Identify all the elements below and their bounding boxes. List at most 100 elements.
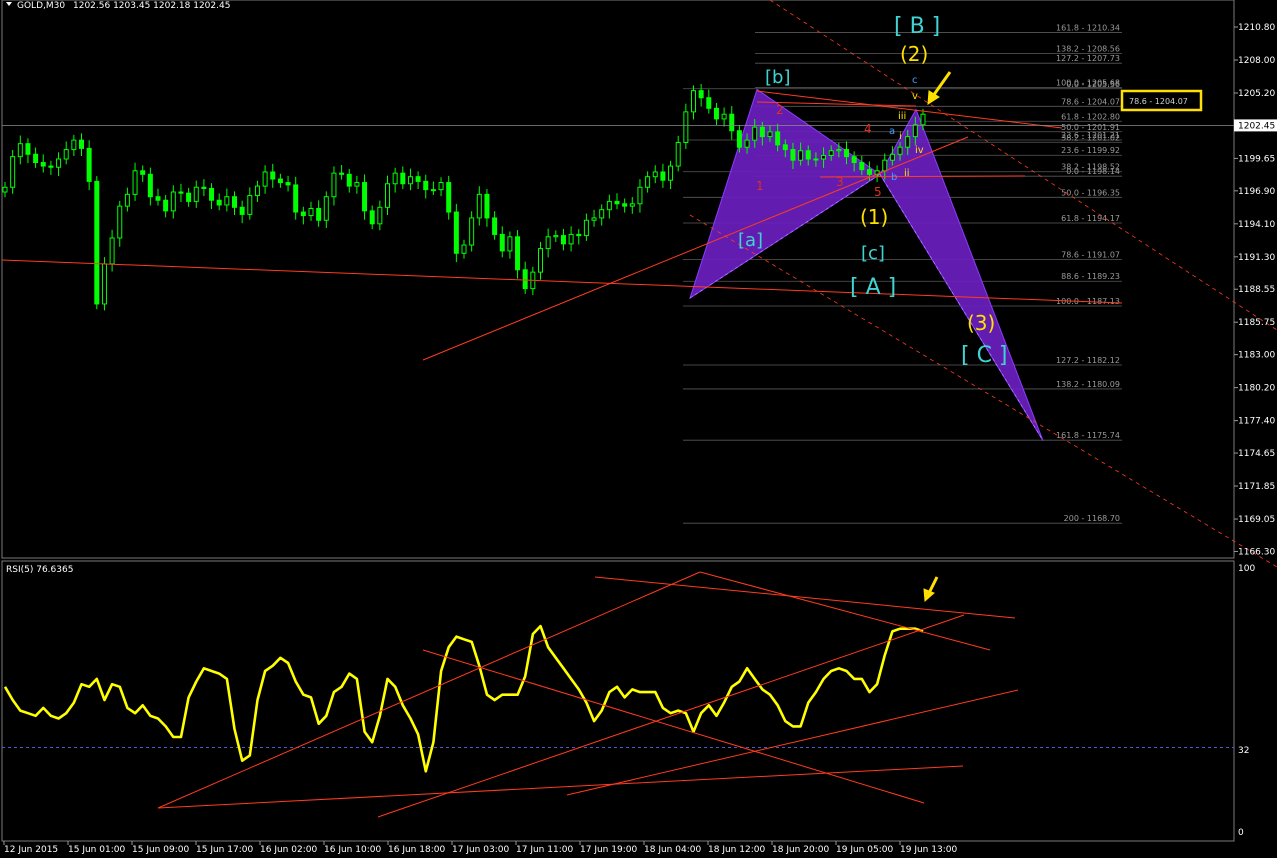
candle-body <box>844 149 849 158</box>
time-tick-label: 17 Jun 19:00 <box>580 845 637 855</box>
candle-body <box>362 182 368 212</box>
candle-body <box>713 107 719 120</box>
candle-body <box>683 111 689 143</box>
wave-red-4: 4 <box>864 122 872 136</box>
price-tick-label: 1191.30 <box>1238 253 1275 263</box>
candle-body <box>155 196 161 201</box>
fib-level-label: 100.0 - 1205.68 <box>1056 78 1120 87</box>
candle-body <box>698 90 704 99</box>
candle-body <box>124 193 130 207</box>
fib-level-label: 0.0 - 1198.14 <box>1066 167 1120 176</box>
candle-body <box>209 187 215 201</box>
candle-body <box>897 146 903 155</box>
fib-level-label: 200 - 1168.70 <box>1064 514 1120 523</box>
candle-body <box>323 196 329 221</box>
candle-body <box>415 176 421 182</box>
time-tick-label: 16 Jun 02:00 <box>260 845 317 855</box>
candle-body <box>354 182 360 187</box>
wave-red-5: 5 <box>874 185 882 199</box>
candle-body <box>201 186 207 189</box>
candle-body <box>484 193 490 219</box>
candle-body <box>629 203 635 207</box>
candle-body <box>369 210 375 225</box>
wave-B-big: [ B ] <box>894 14 940 39</box>
time-tick-label: 16 Jun 10:00 <box>324 845 381 855</box>
price-tick-label: 1196.90 <box>1238 187 1275 197</box>
candle-body <box>117 205 123 239</box>
candle-body <box>147 173 153 198</box>
candle-body <box>270 171 276 180</box>
candle-body <box>56 158 62 168</box>
time-tick-label: 15 Jun 09:00 <box>132 845 189 855</box>
candle-body <box>262 171 268 187</box>
price-tick-label: 1185.75 <box>1238 318 1275 328</box>
candle-body <box>622 203 628 207</box>
candle-body <box>132 170 138 195</box>
candle-body <box>729 113 735 132</box>
symbol-dropdown-arrow-icon[interactable] <box>6 2 12 6</box>
candle-body <box>25 143 31 155</box>
candle-body <box>912 124 918 138</box>
candle-body <box>660 171 666 181</box>
fib-level-label: 50.0 - 1196.35 <box>1061 188 1120 197</box>
candle-body <box>675 141 681 167</box>
price-tick-label: 1166.30 <box>1238 547 1275 557</box>
candle-body <box>614 200 620 205</box>
wave-a-small: [a] <box>738 230 763 251</box>
candle-body <box>346 173 352 187</box>
candle-body <box>193 186 199 202</box>
candle-body <box>866 169 872 175</box>
wave-iv: iv <box>915 145 924 156</box>
fib-level-label: 161.8 - 1175.74 <box>1056 431 1120 440</box>
candle-body <box>920 113 926 126</box>
wave-C-big: [ C ] <box>961 343 1008 368</box>
candle-body <box>232 196 237 208</box>
ohlc-values: 1202.56 1203.45 1202.18 1202.45 <box>73 1 230 11</box>
candle-body <box>790 149 796 161</box>
candle-body <box>782 144 788 151</box>
wave-A-big: [ A ] <box>850 275 896 300</box>
price-panel-frame <box>1 0 1235 559</box>
fib-level-label: 78.6 - 1191.07 <box>1061 251 1120 260</box>
wave-2: (2) <box>900 42 928 66</box>
wave-3: (3) <box>967 311 995 335</box>
candle-body <box>668 165 674 181</box>
wave-b-small: [b] <box>765 67 790 88</box>
time-tick-label: 18 Jun 04:00 <box>644 845 701 855</box>
fib-level-label: 138.2 - 1180.09 <box>1056 380 1120 389</box>
price-tick-label: 1169.05 <box>1238 515 1275 525</box>
candle-body <box>882 159 888 172</box>
time-tick-label: 15 Jun 01:00 <box>68 845 125 855</box>
candle-body <box>767 131 773 138</box>
time-tick-label: 15 Jun 17:00 <box>196 845 253 855</box>
price-tick-label: 1174.65 <box>1238 449 1275 459</box>
candle-body <box>33 153 39 164</box>
candle-body <box>637 186 643 205</box>
price-tick-label: 1208.00 <box>1238 56 1275 66</box>
candle-body <box>423 180 429 191</box>
rsi-indicator <box>2 571 1234 818</box>
candle-body <box>576 233 582 237</box>
candle-body <box>706 97 712 109</box>
candle-body <box>821 154 827 160</box>
candle-body <box>63 149 69 160</box>
candle-body <box>216 199 222 206</box>
candle-body <box>905 136 911 148</box>
wave-iii: iii <box>898 111 906 122</box>
candle-body <box>385 183 390 208</box>
wave-red-3: 3 <box>836 175 844 189</box>
candle-body <box>17 143 23 158</box>
candle-body <box>515 236 521 271</box>
price-tick-label: 1171.85 <box>1238 482 1275 492</box>
candle-body <box>285 182 291 186</box>
fib-level-label: 138.2 - 1208.56 <box>1056 44 1120 53</box>
price-tick-label: 1194.10 <box>1238 220 1275 230</box>
candle-body <box>339 172 345 175</box>
candle-body <box>752 126 758 141</box>
price-tick-label: 1210.80 <box>1238 23 1275 33</box>
candle-body <box>407 176 413 185</box>
candle-body <box>545 236 551 250</box>
price-tick-label: 1177.40 <box>1238 417 1275 427</box>
candle-body <box>805 150 811 160</box>
candle-body <box>553 235 559 238</box>
